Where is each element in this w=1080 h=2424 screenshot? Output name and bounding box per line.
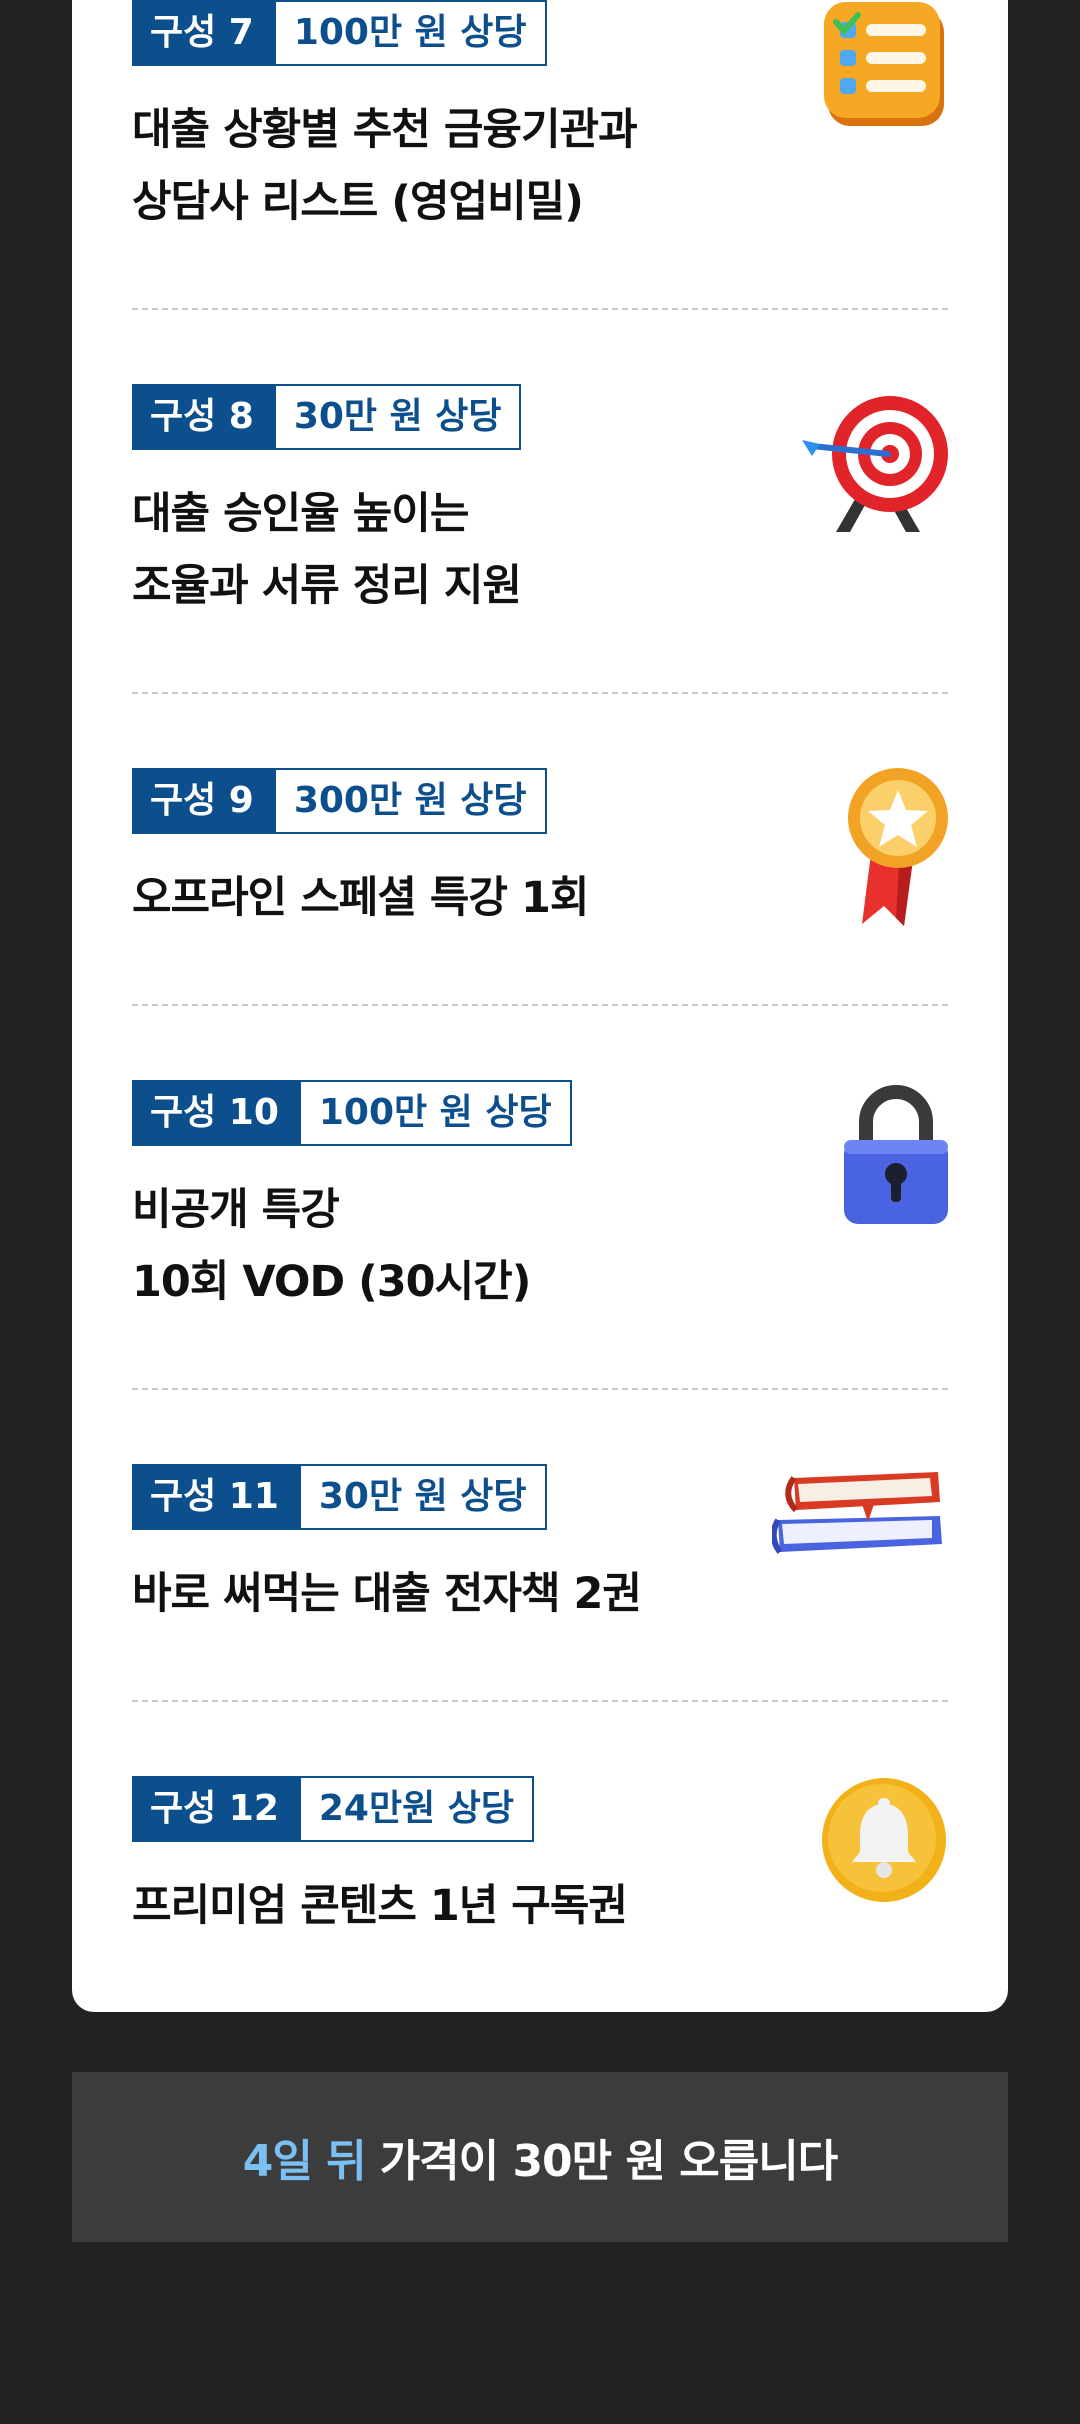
title-line: 비공개 특강 bbox=[132, 1185, 340, 1235]
title-line: 프리미엄 콘텐츠 1년 구독권 bbox=[132, 1881, 628, 1931]
title-line: 바로 써먹는 대출 전자책 2권 bbox=[132, 1569, 642, 1619]
lock-icon bbox=[844, 1085, 948, 1224]
target-icon bbox=[802, 396, 948, 532]
component-title: 대출 승인율 높이는 조율과 서류 정리 지원 bbox=[132, 478, 772, 622]
title-line: 조율과 서류 정리 지원 bbox=[132, 561, 522, 611]
component-title: 프리미엄 콘텐츠 1년 구독권 bbox=[132, 1870, 772, 1942]
title-line: 대출 승인율 높이는 bbox=[132, 489, 469, 539]
component-number: 구성 7 bbox=[134, 2, 276, 64]
component-value: 30만 원 상당 bbox=[300, 1466, 545, 1528]
component-tag: 구성 12 24만원 상당 bbox=[132, 1776, 534, 1842]
medal-icon bbox=[848, 768, 948, 926]
component-title: 대출 상황별 추천 금융기관과 상담사 리스트 (영업비밀) bbox=[132, 94, 772, 238]
title-line: 10회 VOD (30시간) bbox=[132, 1257, 531, 1307]
countdown-highlight: 4일 뒤 bbox=[242, 2136, 367, 2187]
component-tag: 구성 7 100만 원 상당 bbox=[132, 0, 547, 66]
component-number: 구성 9 bbox=[134, 770, 276, 832]
component-value: 300만 원 상당 bbox=[275, 770, 545, 832]
divider bbox=[132, 1388, 948, 1390]
price-increase-text: 가격이 30만 원 오릅니다 bbox=[379, 2136, 839, 2187]
component-tag: 구성 11 30만 원 상당 bbox=[132, 1464, 547, 1530]
title-line: 상담사 리스트 (영업비밀) bbox=[132, 177, 584, 227]
component-tag: 구성 9 300만 원 상당 bbox=[132, 768, 547, 834]
books-icon bbox=[772, 1472, 942, 1554]
divider bbox=[132, 692, 948, 694]
component-value: 100만 원 상당 bbox=[275, 2, 545, 64]
title-line: 오프라인 스페셜 특강 1회 bbox=[132, 873, 589, 923]
component-value: 100만 원 상당 bbox=[300, 1082, 570, 1144]
component-number: 구성 10 bbox=[134, 1082, 301, 1144]
divider bbox=[132, 1004, 948, 1006]
divider bbox=[132, 1700, 948, 1702]
checklist-icon bbox=[824, 2, 944, 126]
component-number: 구성 12 bbox=[134, 1778, 301, 1840]
component-number: 구성 8 bbox=[134, 386, 276, 448]
divider bbox=[132, 308, 948, 310]
component-number: 구성 11 bbox=[134, 1466, 301, 1528]
component-tag: 구성 10 100만 원 상당 bbox=[132, 1080, 572, 1146]
component-value: 30만 원 상당 bbox=[275, 386, 520, 448]
component-tag: 구성 8 30만 원 상당 bbox=[132, 384, 522, 450]
component-title: 오프라인 스페셜 특강 1회 bbox=[132, 862, 772, 934]
offer-card bbox=[72, 0, 1008, 2012]
price-increase-banner: 4일 뒤 가격이 30만 원 오릅니다 bbox=[72, 2072, 1008, 2242]
bell-icon bbox=[822, 1778, 946, 1902]
component-value: 24만원 상당 bbox=[300, 1778, 532, 1840]
component-title: 비공개 특강 10회 VOD (30시간) bbox=[132, 1174, 772, 1318]
component-title: 바로 써먹는 대출 전자책 2권 bbox=[132, 1558, 772, 1630]
title-line: 대출 상황별 추천 금융기관과 bbox=[132, 105, 638, 155]
